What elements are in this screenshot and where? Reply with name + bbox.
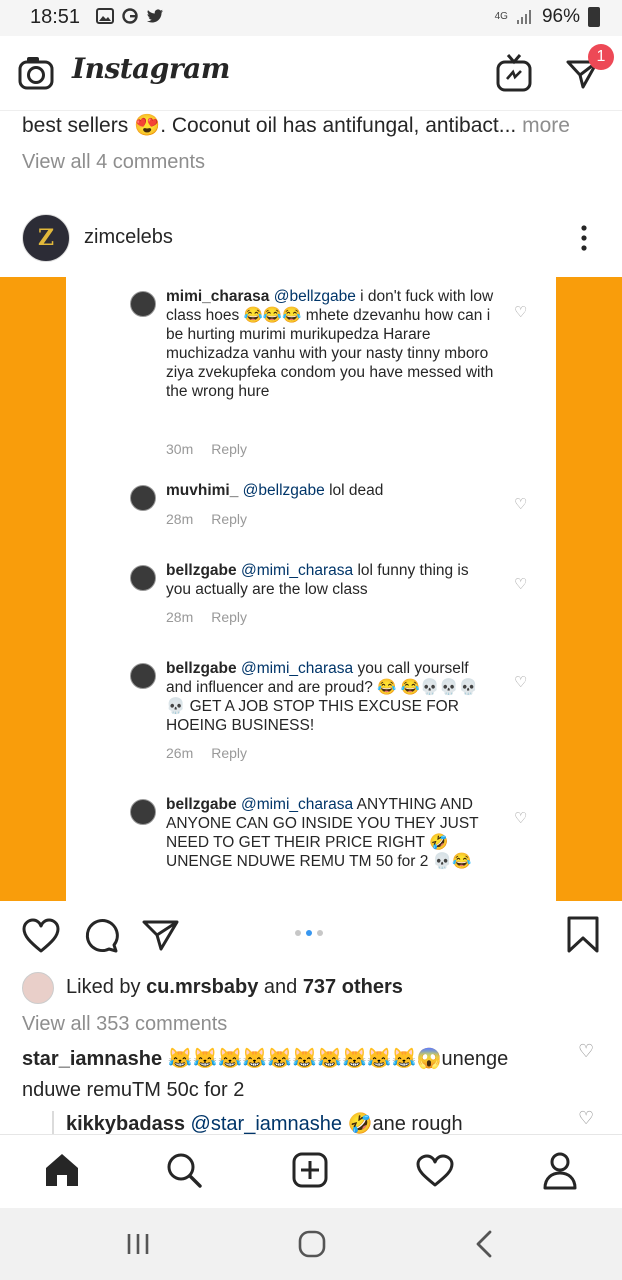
comment-mention: @mimi_charasa	[240, 562, 354, 579]
activity-icon[interactable]	[416, 1154, 454, 1188]
comment-meta: 28m Reply	[166, 511, 265, 527]
comment-meta: 30m Reply	[166, 441, 265, 457]
battery-icon	[588, 7, 600, 27]
comment-user: bellzgabe	[166, 562, 237, 579]
more-icon[interactable]	[580, 224, 588, 252]
comment-user[interactable]: star_iamnashe	[22, 1048, 162, 1070]
comment-like-icon[interactable]: ♡	[578, 1108, 594, 1129]
liker-avatar[interactable]	[22, 972, 54, 1004]
home-icon[interactable]	[44, 1152, 80, 1188]
app-logo: Instagram	[72, 52, 230, 85]
carousel-indicator	[295, 930, 323, 936]
comment-user: bellzgabe	[166, 660, 237, 677]
view-all-comments-link[interactable]: View all 353 comments	[22, 1013, 227, 1036]
heart-icon: ♡	[514, 496, 528, 513]
comment-time: 26m	[166, 745, 194, 761]
signal-icon	[516, 10, 531, 24]
profile-icon[interactable]	[542, 1152, 578, 1190]
comment-icon[interactable]	[82, 918, 120, 954]
carousel-dot	[317, 930, 323, 936]
view-comments-link[interactable]: View all 4 comments	[22, 151, 205, 174]
likes-summary[interactable]: Liked by cu.mrsbaby and 737 others	[66, 976, 403, 999]
comment-body: bellzgabe @mimi_charasa ANYTHING AND ANY…	[166, 795, 496, 871]
likes-others[interactable]: 737 others	[303, 976, 403, 998]
comment-time: 28m	[166, 609, 194, 625]
likes-middle: and	[258, 976, 303, 998]
comment: star_iamnashe 😹😹😹😹😹😹😹😹😹😹😱unenge nduwe re…	[22, 1044, 562, 1106]
comment-reply: Reply	[211, 511, 248, 527]
heart-icon: ♡	[514, 304, 528, 321]
comment-user[interactable]: kikkybadass	[66, 1113, 185, 1135]
status-bar: 18:51 4G 96%	[0, 0, 622, 36]
comment-reply: Reply	[211, 745, 248, 761]
gallery-icon	[96, 8, 114, 24]
comment-body: muvhimi_ @bellzgabe lol dead	[166, 481, 496, 500]
post-avatar[interactable]: Z	[22, 214, 70, 262]
comment-avatar	[130, 291, 156, 317]
search-icon[interactable]	[166, 1152, 202, 1188]
comment-text: 🤣ane rough	[342, 1113, 463, 1135]
likes-user[interactable]: cu.mrsbaby	[146, 976, 258, 998]
comment-text: lol dead	[324, 482, 384, 499]
comment-body: bellzgabe @mimi_charasa lol funny thing …	[166, 561, 496, 599]
post-username[interactable]: zimcelebs	[84, 226, 173, 249]
comment-mention[interactable]: @star_iamnashe	[191, 1113, 342, 1135]
comment-avatar	[130, 663, 156, 689]
back-icon[interactable]	[474, 1230, 494, 1258]
network-type: 4G	[494, 11, 508, 22]
reply-comment: kikkybadass @star_iamnashe 🤣ane rough	[52, 1111, 566, 1135]
previous-caption: best sellers 😍. Coconut oil has antifung…	[22, 114, 570, 138]
heart-icon: ♡	[514, 810, 528, 827]
caption-text: best sellers 😍. Coconut oil has antifung…	[22, 114, 517, 137]
comment-meta: 26m Reply	[166, 745, 265, 761]
comment-mention: @mimi_charasa	[240, 660, 354, 677]
carousel-dot	[295, 930, 301, 936]
likes-prefix: Liked by	[66, 976, 147, 998]
carousel-dot-active	[306, 930, 312, 936]
comment-avatar	[130, 565, 156, 591]
share-icon[interactable]	[142, 918, 180, 952]
heart-icon: ♡	[514, 576, 528, 593]
add-icon[interactable]	[292, 1152, 328, 1188]
caption-more-link[interactable]: more	[516, 114, 570, 137]
home-button-icon[interactable]	[298, 1230, 326, 1258]
camera-icon[interactable]	[18, 56, 54, 90]
comment-mention: @mimi_charasa	[240, 796, 354, 813]
heart-icon[interactable]	[22, 918, 60, 954]
comment-body: mimi_charasa @bellzgabe i don't fuck wit…	[166, 287, 496, 401]
recents-icon[interactable]	[126, 1232, 150, 1256]
comment-reply: Reply	[211, 441, 248, 457]
comment-user: bellzgabe	[166, 796, 237, 813]
battery-percent: 96%	[541, 6, 580, 27]
comment-avatar	[130, 485, 156, 511]
status-right: 4G 96%	[495, 6, 600, 28]
post-screenshot: mimi_charasa @bellzgabe i don't fuck wit…	[66, 277, 556, 901]
comment-time: 30m	[166, 441, 194, 457]
comment-meta: 28m Reply	[166, 609, 265, 625]
comment-like-icon[interactable]: ♡	[578, 1041, 594, 1062]
comment-mention: @bellzgabe	[242, 482, 325, 499]
comment-avatar	[130, 799, 156, 825]
twitter-icon	[147, 9, 163, 23]
g-icon	[122, 8, 138, 24]
comment-body: bellzgabe @mimi_charasa you call yoursel…	[166, 659, 496, 735]
comment-mention: @bellzgabe	[273, 288, 356, 305]
heart-icon: ♡	[514, 674, 528, 691]
comment-user: mimi_charasa	[166, 288, 270, 305]
comment-time: 28m	[166, 511, 194, 527]
status-time: 18:51	[30, 6, 81, 28]
bookmark-icon[interactable]	[566, 916, 600, 954]
comment-reply: Reply	[211, 609, 248, 625]
comment-user: muvhimi_	[166, 482, 239, 499]
igtv-icon[interactable]	[496, 54, 532, 92]
avatar-logo: Z	[37, 225, 55, 251]
direct-badge: 1	[588, 44, 614, 70]
notification-icons	[96, 8, 164, 24]
